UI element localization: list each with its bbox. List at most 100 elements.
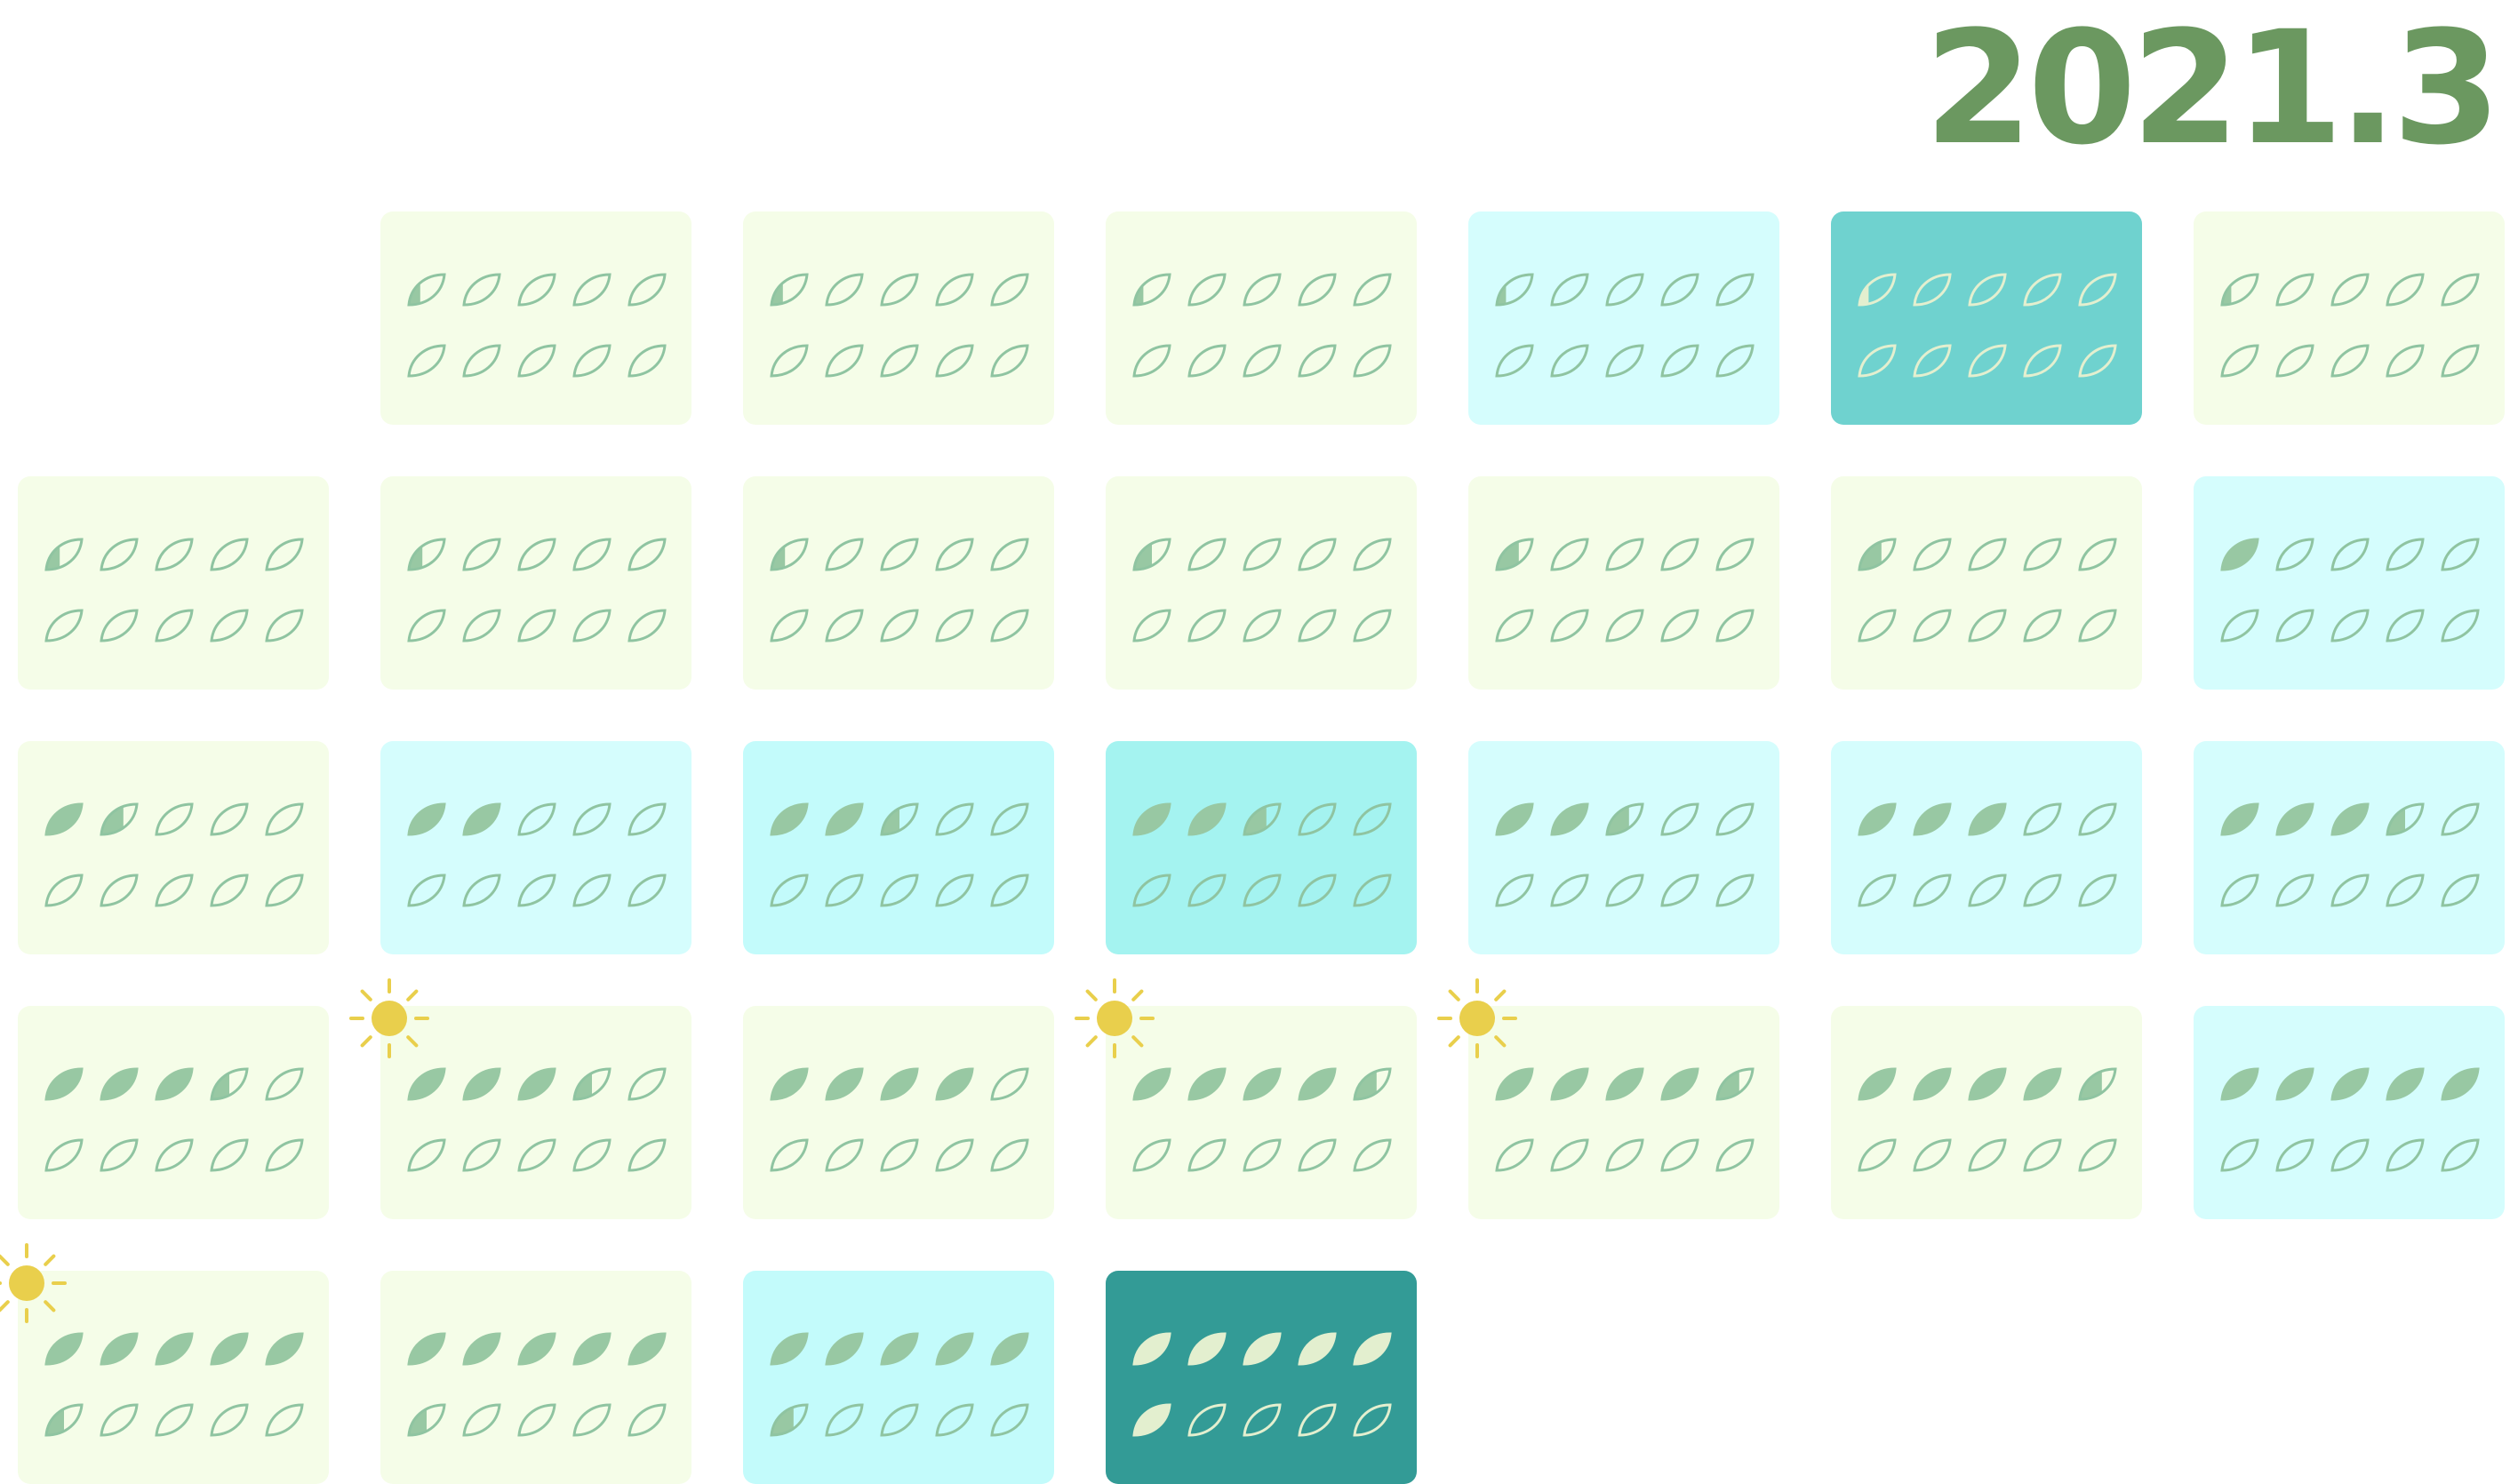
leaf-meter: [1858, 273, 2117, 378]
leaf-icon: [1715, 344, 1755, 378]
leaf-icon: [572, 344, 612, 378]
day-cell[interactable]: [1106, 741, 1417, 954]
day-cell[interactable]: [1831, 476, 2142, 690]
day-cell[interactable]: [1468, 211, 1779, 425]
day-cell[interactable]: [380, 476, 691, 690]
leaf-icon: [935, 874, 974, 907]
leaf-icon: [825, 538, 864, 571]
leaf-icon: [462, 1403, 501, 1437]
leaf-icon: [2441, 1138, 2480, 1172]
leaf-icon: [155, 1332, 194, 1366]
leaf-icon: [628, 802, 667, 836]
leaf-icon: [1495, 344, 1534, 378]
leaf-meter: [1495, 273, 1755, 378]
leaf-icon: [935, 1138, 974, 1172]
leaf-icon: [2220, 538, 2259, 571]
leaf-icon: [407, 1067, 446, 1101]
leaf-icon: [2330, 802, 2370, 836]
day-cell[interactable]: [1106, 211, 1417, 425]
leaf-icon: [1660, 874, 1699, 907]
leaf-icon: [1913, 874, 1952, 907]
day-cell[interactable]: [743, 211, 1054, 425]
day-cell[interactable]: [2194, 211, 2505, 425]
leaf-icon: [44, 874, 84, 907]
day-cell[interactable]: [18, 1006, 329, 1219]
leaf-icon: [1715, 273, 1755, 307]
leaf-icon: [155, 1138, 194, 1172]
day-cell[interactable]: [1106, 476, 1417, 690]
leaf-icon: [265, 1332, 304, 1366]
leaf-icon: [628, 538, 667, 571]
day-cell[interactable]: [2194, 741, 2505, 954]
leaf-icon: [770, 1403, 809, 1437]
leaf-icon: [1353, 1403, 1392, 1437]
leaf-meter: [407, 273, 667, 378]
leaf-icon: [1187, 344, 1227, 378]
sun-icon: [349, 978, 429, 1058]
day-cell[interactable]: [380, 211, 691, 425]
leaf-icon: [517, 1332, 556, 1366]
leaf-icon: [462, 802, 501, 836]
leaf-icon: [100, 1138, 139, 1172]
leaf-icon: [825, 874, 864, 907]
leaf-meter: [2220, 273, 2480, 378]
day-cell[interactable]: [743, 1271, 1054, 1484]
leaf-icon: [517, 802, 556, 836]
day-cell[interactable]: [2194, 476, 2505, 690]
leaf-icon: [2386, 538, 2425, 571]
day-cell[interactable]: [1468, 476, 1779, 690]
leaf-icon: [1495, 1067, 1534, 1101]
leaf-icon: [1132, 273, 1171, 307]
leaf-meter: [2220, 802, 2480, 907]
leaf-icon: [155, 609, 194, 642]
day-cell[interactable]: [380, 741, 691, 954]
day-cell[interactable]: [743, 476, 1054, 690]
leaf-icon: [517, 1138, 556, 1172]
leaf-icon: [880, 1138, 919, 1172]
leaf-icon: [1550, 1067, 1589, 1101]
day-cell[interactable]: [1831, 1006, 2142, 1219]
leaf-icon: [517, 609, 556, 642]
day-cell[interactable]: [18, 476, 329, 690]
leaf-icon: [1968, 609, 2007, 642]
leaf-icon: [1298, 1067, 1337, 1101]
leaf-icon: [2330, 874, 2370, 907]
day-cell[interactable]: [1106, 1271, 1417, 1484]
leaf-icon: [155, 1067, 194, 1101]
leaf-icon: [572, 1332, 612, 1366]
leaf-icon: [2023, 1138, 2062, 1172]
leaf-icon: [2386, 344, 2425, 378]
leaf-icon: [1858, 538, 1897, 571]
leaf-meter: [1132, 538, 1392, 642]
day-cell[interactable]: [1831, 741, 2142, 954]
leaf-icon: [2386, 609, 2425, 642]
leaf-icon: [1660, 538, 1699, 571]
day-cell[interactable]: [1831, 211, 2142, 425]
leaf-icon: [2078, 1138, 2117, 1172]
day-cell[interactable]: [18, 741, 329, 954]
leaf-icon: [880, 1067, 919, 1101]
day-cell[interactable]: [380, 1271, 691, 1484]
leaf-icon: [572, 802, 612, 836]
leaf-icon: [1187, 1067, 1227, 1101]
leaf-icon: [2330, 538, 2370, 571]
leaf-icon: [2220, 1067, 2259, 1101]
leaf-icon: [1968, 273, 2007, 307]
day-cell[interactable]: [2194, 1006, 2505, 1219]
leaf-icon: [44, 538, 84, 571]
leaf-icon: [825, 1403, 864, 1437]
leaf-icon: [572, 273, 612, 307]
leaf-icon: [770, 273, 809, 307]
leaf-icon: [2023, 609, 2062, 642]
leaf-icon: [2220, 273, 2259, 307]
leaf-icon: [2078, 344, 2117, 378]
leaf-icon: [407, 538, 446, 571]
leaf-icon: [2441, 802, 2480, 836]
day-cell[interactable]: [743, 1006, 1054, 1219]
leaf-icon: [517, 874, 556, 907]
day-cell[interactable]: [743, 741, 1054, 954]
leaf-icon: [407, 802, 446, 836]
day-cell[interactable]: [1468, 741, 1779, 954]
leaf-icon: [1605, 344, 1644, 378]
leaf-icon: [1715, 609, 1755, 642]
